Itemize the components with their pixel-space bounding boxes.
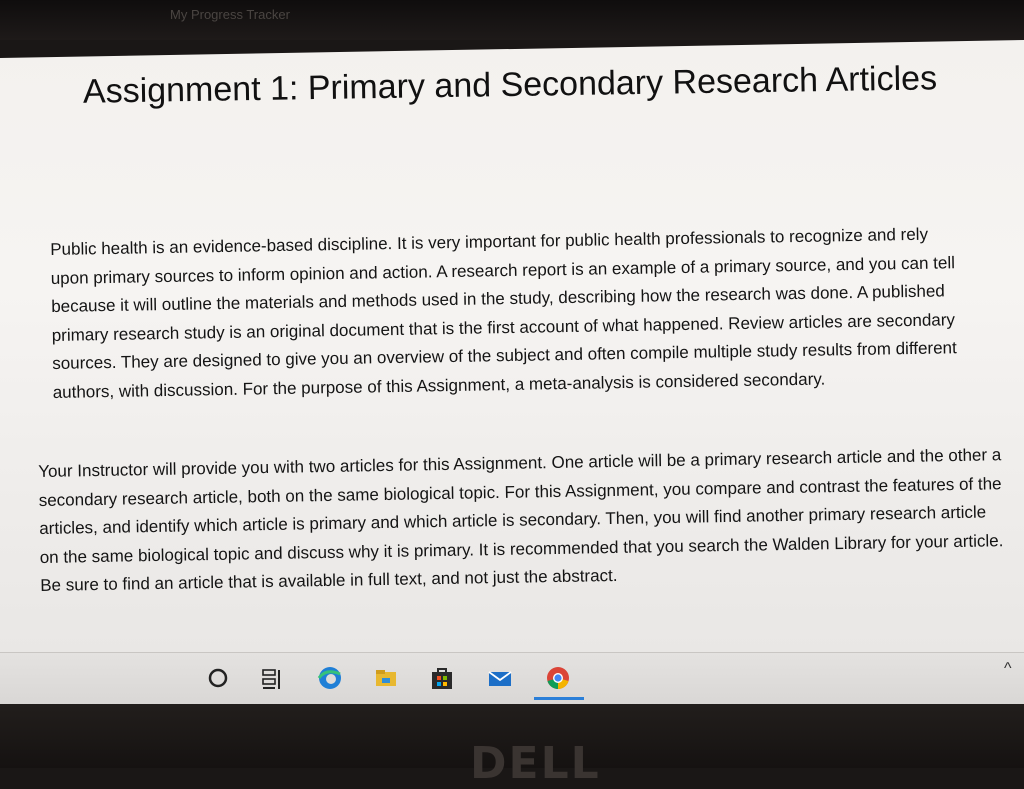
chrome-active-indicator	[534, 697, 584, 700]
window-title: My Progress Tracker	[170, 7, 290, 22]
chrome-icon[interactable]	[544, 664, 572, 692]
task-view-icon[interactable]	[258, 664, 286, 692]
paragraph-intro: Public health is an evidence-based disci…	[50, 224, 957, 402]
document-page: Assignment 1: Primary and Secondary Rese…	[0, 40, 1024, 652]
monitor-bezel-top: My Progress Tracker	[0, 0, 1024, 40]
store-icon[interactable]	[428, 664, 456, 692]
tray-chevron-icon[interactable]: ^	[1004, 660, 1012, 678]
page-title: Assignment 1: Primary and Secondary Rese…	[82, 59, 938, 111]
mail-icon[interactable]	[486, 664, 514, 692]
dell-logo: DELL	[470, 738, 601, 789]
search-circle-icon[interactable]	[204, 664, 232, 692]
file-explorer-icon[interactable]	[372, 664, 400, 692]
monitor-bezel-bottom: DELL	[0, 704, 1024, 789]
edge-browser-icon[interactable]	[316, 664, 344, 692]
paragraph-instructions: Your Instructor will provide you with tw…	[38, 445, 1004, 595]
